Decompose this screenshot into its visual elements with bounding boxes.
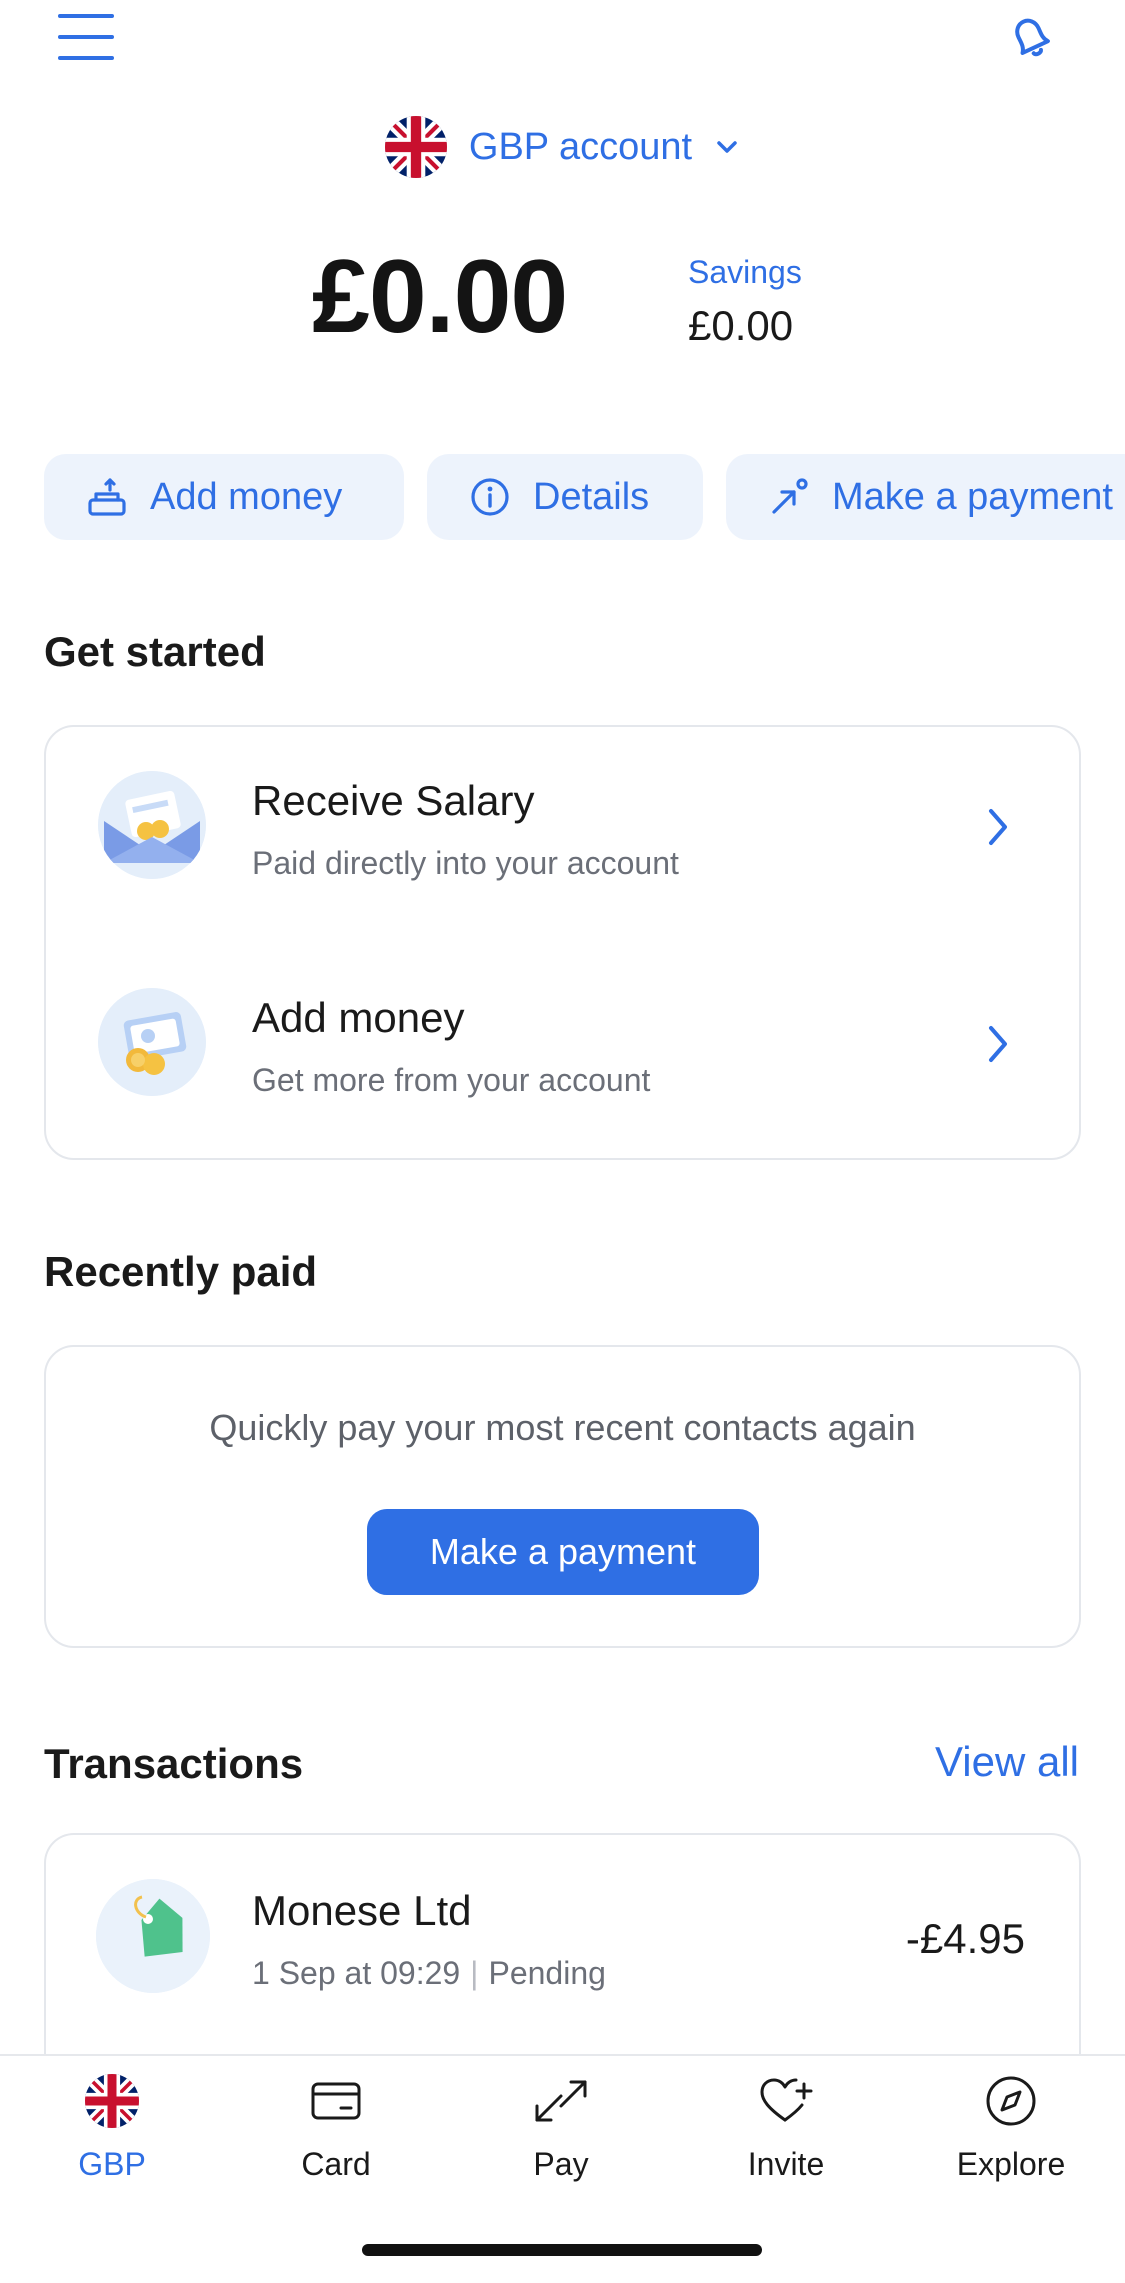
card-icon [311,2082,361,2120]
get-started-title: Get started [44,628,266,675]
recently-paid-card: Quickly pay your most recent contacts ag… [44,1345,1081,1648]
heart-plus-icon [760,2078,813,2122]
make-a-payment-label: Make a payment [832,475,1113,518]
nav-pay[interactable]: Pay [481,2074,641,2234]
price-tag-icon [96,1879,210,1993]
transactions-title: Transactions [44,1740,304,1787]
salary-envelope-icon [98,771,206,879]
menu-button[interactable] [58,14,116,60]
receive-salary-title: Receive Salary [252,777,535,824]
add-money-label: Add money [150,475,343,518]
uk-flag-icon [85,2074,139,2128]
transaction-meta: 1 Sep at 09:29 | Pending [252,1955,606,1992]
meta-separator: | [470,1955,479,1991]
menu-icon [58,14,114,18]
recently-paid-text: Quickly pay your most recent contacts ag… [209,1407,916,1448]
make-a-payment-button[interactable]: Make a payment [367,1509,759,1595]
info-icon [471,478,509,516]
transaction-row[interactable]: Monese Ltd 1 Sep at 09:29 | Pending -£4.95 [46,1835,1079,2035]
account-balance: £0.00 [312,239,568,355]
account-label: GBP account [468,125,693,168]
view-all-link[interactable]: View all [935,1738,1079,1786]
uk-flag-icon [384,116,447,178]
notifications-button[interactable] [1003,10,1059,66]
bell-icon [1015,18,1050,57]
pay-arrows-icon [535,2080,587,2122]
details-button[interactable]: Details [427,454,703,540]
savings-value: £0.00 [688,302,794,349]
home-indicator [362,2244,762,2256]
transaction-date: 1 Sep at 09:29 [252,1955,461,1991]
nav-explore-label: Explore [956,2146,1066,2182]
nav-card-label: Card [301,2146,371,2182]
add-money-icon [88,478,126,516]
nav-gbp-label: GBP [78,2146,146,2182]
nav-invite-label: Invite [747,2146,825,2182]
account-switcher[interactable]: GBP account [0,112,1125,182]
transaction-amount: -£4.95 [905,1915,1025,1962]
send-arrow-icon [772,478,808,514]
chevron-right-icon [989,809,1007,845]
savings-label[interactable]: Savings [688,254,802,291]
transaction-merchant: Monese Ltd [252,1887,472,1934]
nav-pay-label: Pay [533,2146,589,2182]
compass-icon [986,2076,1036,2126]
add-money-subtitle: Get more from your account [252,1062,651,1098]
receive-salary-row[interactable]: Receive Salary Paid directly into your a… [46,727,1079,927]
nav-explore[interactable]: Explore [931,2074,1091,2234]
details-label: Details [533,475,650,518]
chevron-down-icon [717,141,737,153]
nav-invite[interactable]: Invite [706,2074,866,2234]
add-money-row[interactable]: Add money Get more from your account [46,944,1079,1144]
get-started-card: Receive Salary Paid directly into your a… [44,725,1081,1160]
add-money-title: Add money [252,994,465,1041]
nav-gbp[interactable]: GBP [32,2074,192,2234]
make-a-payment-chip[interactable]: Make a payment [726,454,1125,540]
recently-paid-title: Recently paid [44,1248,318,1295]
nav-card[interactable]: Card [256,2074,416,2234]
chevron-right-icon [989,1026,1007,1062]
receive-salary-subtitle: Paid directly into your account [252,845,679,881]
add-money-button[interactable]: Add money [44,454,404,540]
transaction-status: Pending [488,1955,606,1991]
coins-card-icon [98,988,206,1096]
